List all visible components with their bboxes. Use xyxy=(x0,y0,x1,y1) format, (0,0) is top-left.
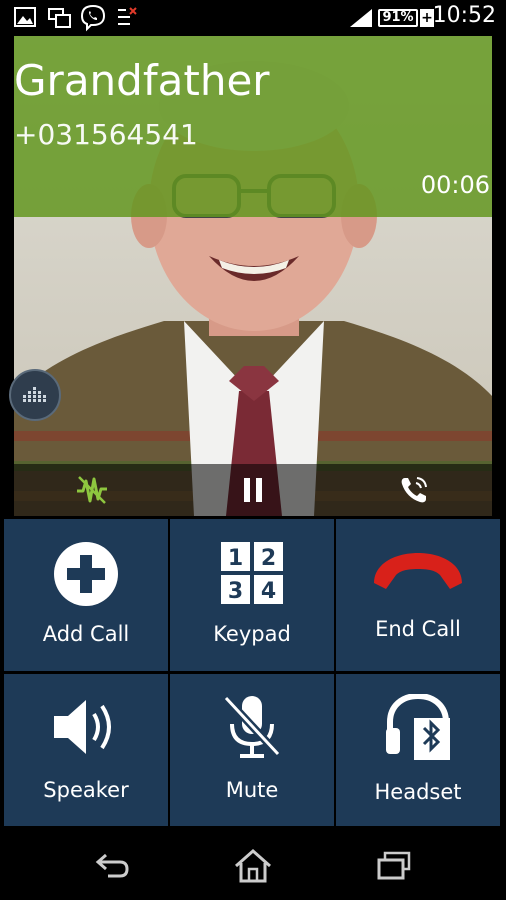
recent-apps-icon xyxy=(377,851,411,880)
end-call-button[interactable]: End Call xyxy=(336,519,500,671)
keypad-button[interactable]: 1 2 3 4 Keypad xyxy=(170,519,334,671)
caller-name: Grandfather xyxy=(14,56,270,105)
keypad-key-4: 4 xyxy=(261,579,276,604)
network-activity-icon xyxy=(118,7,137,25)
mute-label: Mute xyxy=(225,778,279,802)
back-icon xyxy=(95,853,129,878)
add-call-button[interactable]: Add Call xyxy=(4,519,168,671)
keypad-key-1: 1 xyxy=(228,546,243,571)
add-call-icon xyxy=(54,542,118,606)
call-forward-button[interactable] xyxy=(384,464,444,516)
speaker-button[interactable]: Speaker xyxy=(4,674,168,826)
end-call-icon xyxy=(374,553,462,589)
speaker-label: Speaker xyxy=(43,778,129,802)
recent-apps-button[interactable] xyxy=(364,844,424,888)
keypad-label: Keypad xyxy=(213,622,291,646)
caller-number: +031564541 xyxy=(14,118,198,151)
speaker-icon xyxy=(54,700,111,754)
headset-label: Headset xyxy=(374,780,462,804)
home-icon xyxy=(235,848,271,883)
hold-button[interactable] xyxy=(223,464,283,516)
call-controls-strip xyxy=(14,464,492,516)
bluetooth-headset-icon xyxy=(386,694,450,760)
image-icon xyxy=(14,7,36,27)
equalizer-icon xyxy=(23,387,46,402)
signal-icon xyxy=(350,9,372,27)
call-actions-grid: Add Call 1 2 3 4 Keypad End Call Speaker… xyxy=(0,516,506,830)
add-call-label: Add Call xyxy=(42,622,130,646)
audio-visualizer-button[interactable] xyxy=(9,369,61,421)
home-button[interactable] xyxy=(223,844,283,888)
noise-reduction-icon xyxy=(77,476,107,504)
end-call-label: End Call xyxy=(375,617,461,641)
keypad-key-3: 3 xyxy=(228,579,243,604)
screen-mirror-icon xyxy=(48,8,71,28)
battery-icon: 91% xyxy=(378,9,418,27)
status-bar: 91% + 10:52 xyxy=(0,0,506,36)
back-button[interactable] xyxy=(82,844,142,888)
navigation-bar xyxy=(0,830,506,900)
call-duration: 00:06 xyxy=(420,171,490,199)
viber-icon xyxy=(80,4,106,32)
keypad-key-2: 2 xyxy=(261,546,276,571)
headset-button[interactable]: Headset xyxy=(336,674,500,826)
keypad-icon: 1 2 3 4 xyxy=(221,542,283,604)
mute-button[interactable]: Mute xyxy=(170,674,334,826)
pause-icon xyxy=(244,478,262,502)
noise-reduction-button[interactable] xyxy=(62,464,122,516)
call-forward-icon xyxy=(401,477,427,503)
status-clock: 10:52 xyxy=(432,3,496,28)
battery-level: 91% xyxy=(382,10,414,25)
mute-icon xyxy=(223,695,281,758)
